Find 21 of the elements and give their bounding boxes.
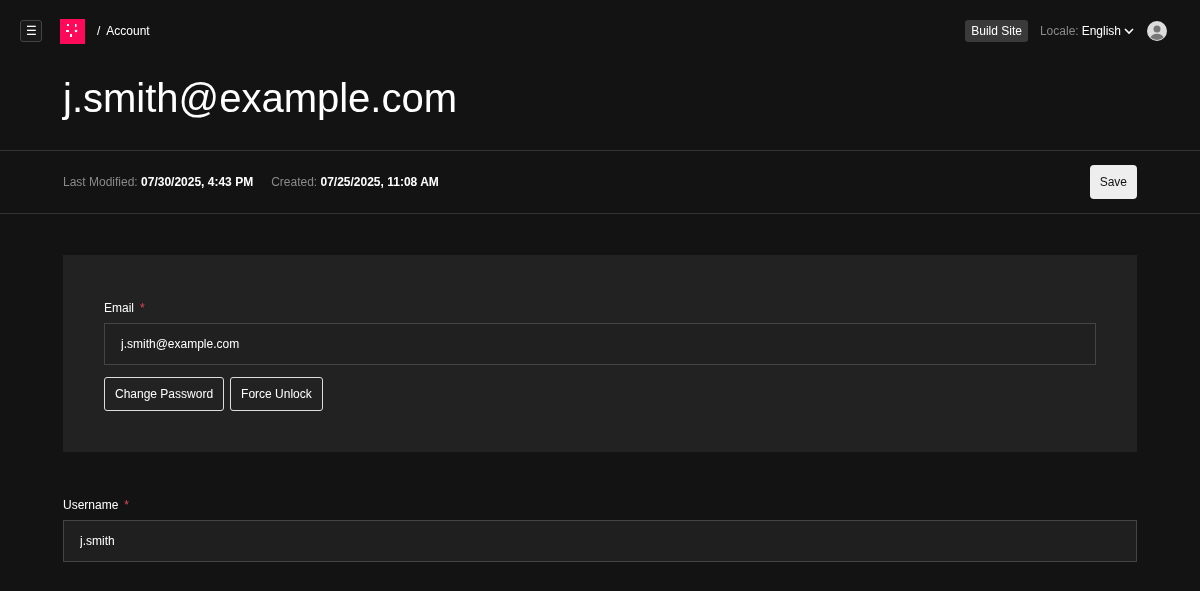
field-label: Email bbox=[104, 300, 134, 317]
locale-label: Locale: bbox=[1039, 23, 1079, 40]
field-label: Username bbox=[63, 497, 119, 514]
action-button[interactable]: Change Password bbox=[104, 377, 225, 411]
logo-icon[interactable] bbox=[60, 18, 85, 44]
chevron-down-icon bbox=[1124, 27, 1134, 35]
menu-button[interactable]: ☰ bbox=[20, 20, 42, 42]
breadcrumb-separator: / bbox=[97, 23, 101, 40]
breadcrumb-item[interactable]: Account bbox=[106, 22, 150, 40]
metadata-text: Last Modified: 07/30/2025, 4:43 PM bbox=[63, 174, 254, 191]
required-mark: * bbox=[124, 497, 130, 514]
input-field[interactable]: j.smith@example.com bbox=[104, 323, 1096, 365]
action-button[interactable]: Force Unlock bbox=[230, 377, 323, 411]
locale-dropdown[interactable]: English bbox=[1081, 22, 1134, 40]
page-title: j.smith@example.com bbox=[61, 76, 459, 120]
input-field[interactable]: j.smith bbox=[63, 520, 1137, 562]
avatar-icon[interactable] bbox=[1146, 20, 1168, 42]
save-button[interactable]: Save bbox=[1089, 165, 1137, 199]
build-site-button[interactable]: Build Site bbox=[965, 20, 1028, 42]
metadata-text: Created: 07/25/2025, 11:08 AM bbox=[271, 174, 439, 191]
required-mark: * bbox=[140, 300, 145, 317]
